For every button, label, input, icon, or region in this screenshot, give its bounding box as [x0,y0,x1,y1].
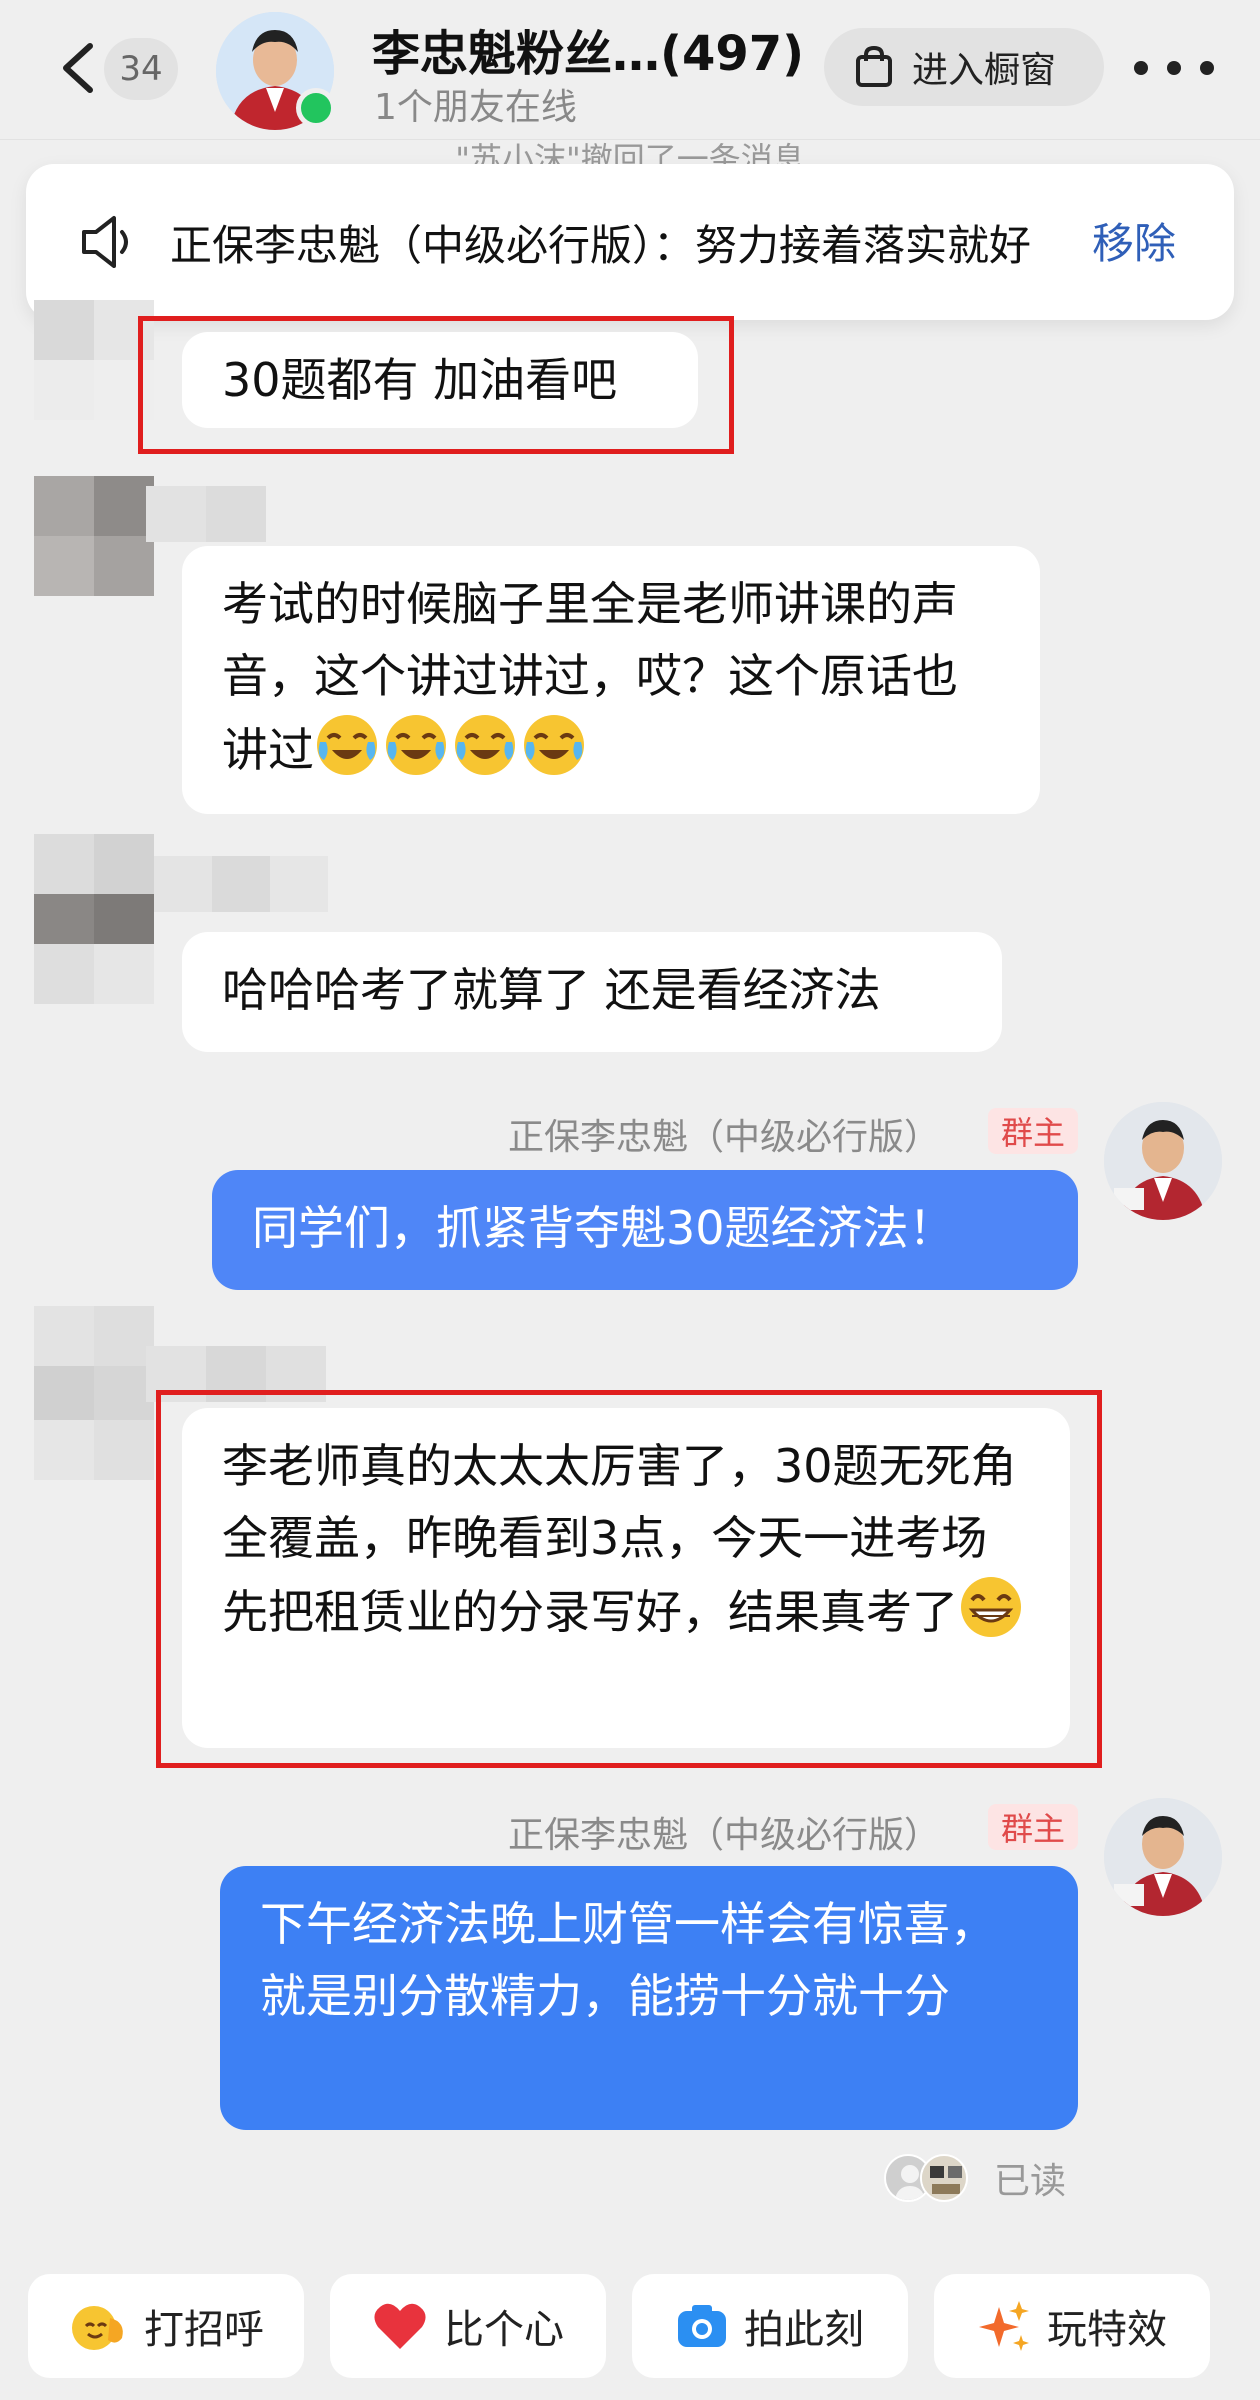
crying-laughing-emoji [452,712,518,778]
enter-showcase-label: 进入橱窗 [912,50,1057,91]
message-text: 下午经济法晚上财管一样会有惊喜，就是别分散精力，能捞十分就十分 [260,1897,996,2023]
chat-title[interactable]: 李忠魁粉丝…(497) [372,14,804,84]
heart-icon [374,2303,426,2349]
chat-screen: 34 李忠魁粉丝…(497) 1个朋友在线 进入橱窗 "苏小沫"撤回了一条消息 [0,0,1260,2400]
camera-icon [678,2305,726,2347]
reader-avatar [920,2154,968,2202]
message-bubble[interactable]: 哈哈哈考了就算了 还是看经济法 [182,932,1002,1052]
pinned-announcement[interactable]: 正保李忠魁（中级必行版）：努力接着落实就好 移除 [26,164,1234,320]
quick-action-label: 比个心 [444,2307,564,2353]
owner-badge: 群主 [988,1804,1078,1850]
more-dots-icon[interactable] [1134,48,1214,88]
sender-name-blurred [146,486,266,542]
remove-pinned-button[interactable]: 移除 [1092,210,1176,271]
enter-showcase-button[interactable]: 进入橱窗 [824,28,1104,106]
crying-laughing-emoji [383,712,449,778]
online-friends-count: 1个朋友在线 [374,87,577,128]
chevron-left-icon[interactable] [56,40,100,96]
highlight-box [138,316,734,454]
message-text: 同学们，抓紧背夺魁30题经济法！ [252,1201,955,1255]
avatar[interactable] [34,476,154,596]
quick-action-effects[interactable]: 玩特效 [934,2274,1210,2378]
crying-laughing-emoji [314,712,380,778]
quick-action-heart[interactable]: 比个心 [330,2274,606,2378]
message-bubble[interactable]: 下午经济法晚上财管一样会有惊喜，就是别分散精力，能捞十分就十分 [220,1866,1078,2130]
sparkle-icon [979,2301,1029,2351]
online-status-dot [296,88,336,128]
shopping-bag-icon [856,45,892,87]
avatar[interactable] [34,1306,154,1426]
quick-action-say-hi[interactable]: 打招呼 [28,2274,304,2378]
quick-action-label: 拍此刻 [744,2307,864,2353]
message-text: 哈哈哈考了就算了 还是看经济法 [222,963,881,1017]
unread-count-badge[interactable]: 34 [104,38,178,100]
quick-action-label: 玩特效 [1047,2307,1167,2353]
owner-avatar[interactable] [1104,1102,1222,1220]
crying-laughing-emoji [521,712,587,778]
owner-badge: 群主 [988,1108,1078,1154]
read-receipt[interactable]: 已读 [884,2150,1066,2206]
read-status-label: 已读 [994,2161,1067,2202]
avatar-blur-lower [34,1420,154,1480]
chat-header: 34 李忠魁粉丝…(497) 1个朋友在线 进入橱窗 [0,0,1260,140]
message-bubble[interactable]: 同学们，抓紧背夺魁30题经济法！ [212,1170,1078,1290]
owner-avatar[interactable] [1104,1798,1222,1916]
speaker-icon [82,216,128,268]
wave-hand-icon [72,2306,123,2350]
sender-name-blurred [154,856,328,912]
avatar[interactable] [34,300,154,420]
sender-name: 正保李忠魁（中级必行版） [508,1117,941,1158]
highlight-box [156,1390,1102,1768]
pinned-text: 正保李忠魁（中级必行版）：努力接着落实就好 [170,221,1032,270]
quick-action-photo[interactable]: 拍此刻 [632,2274,908,2378]
quick-action-label: 打招呼 [144,2307,264,2353]
message-bubble[interactable]: 考试的时候脑子里全是老师讲课的声音，这个讲过讲过，哎？这个原话也讲过 [182,546,1040,814]
sender-name: 正保李忠魁（中级必行版） [508,1815,941,1856]
avatar-blur-lower [34,944,154,1004]
avatar[interactable] [34,834,154,954]
